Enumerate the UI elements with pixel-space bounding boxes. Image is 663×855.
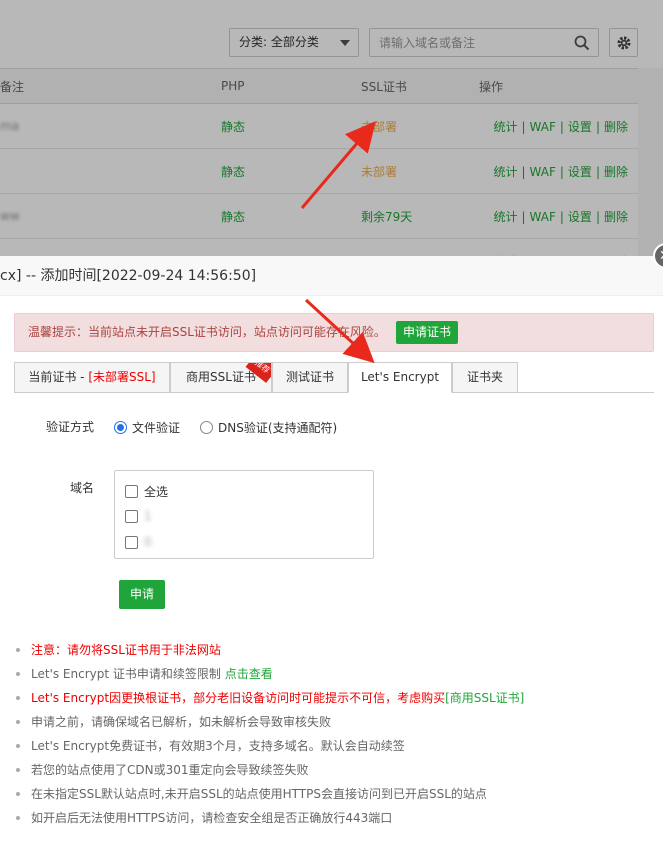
note-text: Let's Encrypt 证书申请和续签限制 [31,667,225,681]
domain-checkbox[interactable]: 1 [125,509,152,523]
ssl-warning-banner: 温馨提示：当前站点未开启SSL证书访问，站点访问可能存在风险。 申请证书 [14,313,654,352]
radio-selected-icon [114,421,127,434]
list-item: 申请之前，请确保域名已解析，如未解析会导致审核失败 [14,710,654,734]
select-all-label: 全选 [144,485,169,499]
domain-label: 域名 [69,481,94,495]
radio-unselected-icon [200,421,213,434]
commercial-ssl-link[interactable]: [商用SSL证书] [445,691,524,705]
tab-current-cert-status: [未部署SSL] [88,370,156,384]
radio-dns-verify[interactable]: DNS验证(支持通配符) [200,419,337,436]
note-text: Let's Encrypt因更换根证书，部分老旧设备访问时可能提示不可信，考虑购… [31,691,446,705]
note-text: 申请之前，请确保域名已解析，如未解析会导致审核失败 [31,715,332,729]
checkbox-icon [125,535,138,549]
close-icon: ✕ [659,245,663,267]
list-item: Let's Encrypt因更换根证书，部分老旧设备访问时可能提示不可信，考虑购… [14,686,654,710]
list-item: 注意：请勿将SSL证书用于非法网站 [14,638,654,662]
list-item: 在未指定SSL默认站点时,未开启SSL的站点使用HTTPS会直接访问到已开启SS… [14,782,654,806]
select-all-checkbox[interactable]: 全选 [125,483,168,500]
apply-button[interactable]: 申请 [119,580,165,609]
domain-list: 全选 1 0 [114,470,374,559]
domain-name: 0 [144,535,152,549]
view-limits-link[interactable]: 点击查看 [225,667,273,681]
tab-letsencrypt-label: Let's Encrypt [360,370,440,384]
tab-test-cert[interactable]: 测试证书 [272,362,348,393]
tab-letsencrypt[interactable]: Let's Encrypt [348,362,452,393]
tab-current-cert-label: 当前证书 - [28,370,89,384]
warning-text: 温馨提示：当前站点未开启SSL证书访问，站点访问可能存在风险。 [28,325,386,339]
tab-test-cert-label: 测试证书 [285,370,334,384]
note-text: 若您的站点使用了CDN或301重定向会导致续签失败 [31,763,309,777]
tab-current-cert[interactable]: 当前证书 - [未部署SSL] [14,362,170,393]
tab-cert-folder-label: 证书夹 [466,370,503,384]
verify-method-label: 验证方式 [45,420,94,434]
modal-overlay[interactable] [0,0,663,260]
tab-commercial-ssl[interactable]: 商用SSL证书 推荐 [170,362,272,393]
list-item: Let's Encrypt 证书申请和续签限制 点击查看 [14,662,654,686]
note-text: 在未指定SSL默认站点时,未开启SSL的站点使用HTTPS会直接访问到已开启SS… [31,787,487,801]
radio-file-verify[interactable]: 文件验证 [114,419,180,436]
note-text: 如开启后无法使用HTTPS访问，请检查安全组是否正确放行443端口 [31,811,393,825]
tab-cert-folder[interactable]: 证书夹 [452,362,518,393]
notes-list: 注意：请勿将SSL证书用于非法网站 Let's Encrypt 证书申请和续签限… [14,638,654,830]
apply-cert-button[interactable]: 申请证书 [396,321,459,344]
ssl-dialog: cx] -- 添加时间[2022-09-24 14:56:50] ✕ 温馨提示：… [0,243,663,855]
note-text: 注意：请勿将SSL证书用于非法网站 [31,643,221,657]
domain-name: 1 [144,509,152,523]
radio-dns-verify-label: DNS验证(支持通配符) [218,421,338,435]
list-item: 若您的站点使用了CDN或301重定向会导致续签失败 [14,758,654,782]
checkbox-icon [125,509,138,523]
ssl-tabs: 当前证书 - [未部署SSL] 商用SSL证书 推荐 测试证书 Let's En… [14,362,654,393]
list-item: Let's Encrypt免费证书，有效期3个月，支持多域名。默认会自动续签 [14,734,654,758]
checkbox-icon [125,485,138,498]
note-text: Let's Encrypt免费证书，有效期3个月，支持多域名。默认会自动续签 [31,739,405,753]
radio-file-verify-label: 文件验证 [132,421,181,435]
list-item: 如开启后无法使用HTTPS访问，请检查安全组是否正确放行443端口 [14,806,654,830]
domain-checkbox[interactable]: 0 [125,535,152,549]
dialog-title: cx] -- 添加时间[2022-09-24 14:56:50] [0,256,663,296]
tab-commercial-ssl-label: 商用SSL证书 [186,370,256,384]
